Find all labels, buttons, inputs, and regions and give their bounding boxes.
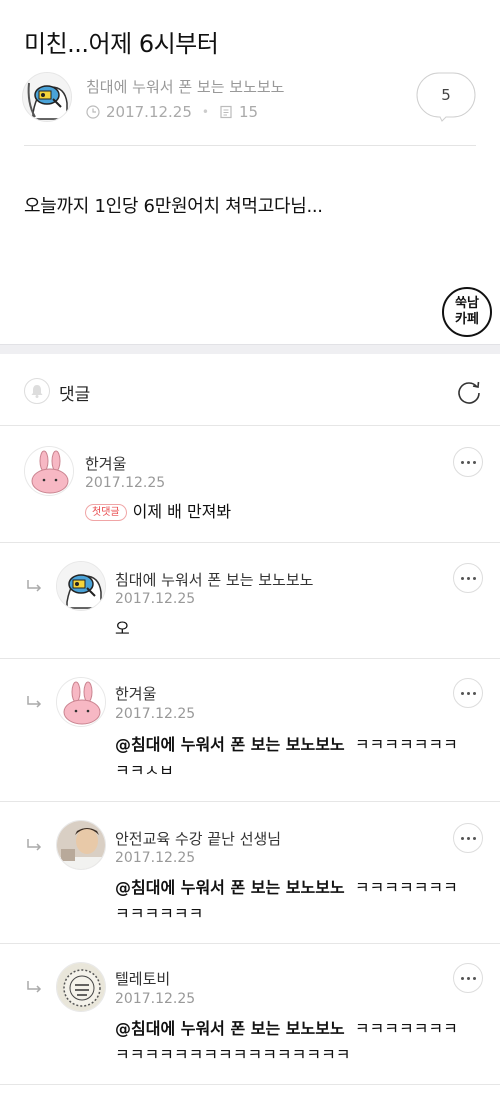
reply-mention[interactable]: @침대에 누워서 폰 보는 보노보노 xyxy=(115,1019,345,1038)
section-separator xyxy=(0,344,500,354)
dot xyxy=(472,836,476,840)
comment-item: 한겨울 2017.12.25 첫댓글 이제 배 만져봐 xyxy=(0,426,500,543)
dot xyxy=(460,836,464,840)
comment-body: ㅋㅋㅋㅋㅋㅋㅋ xyxy=(354,735,458,754)
comments-label: 댓글 xyxy=(59,385,91,405)
comment-body: ㅋㅋㅋㅋㅋㅋㅋ xyxy=(354,1019,458,1038)
post-views: 15 xyxy=(238,103,259,121)
comment-body-line2: ㅋㅋㅋㅋㅋㅋ xyxy=(115,904,204,923)
cafe-logo-line1: 쑥남 xyxy=(455,296,479,311)
first-comment-badge: 첫댓글 xyxy=(85,504,127,521)
meta-separator: • xyxy=(201,105,209,119)
reply-mention[interactable]: @침대에 누워서 폰 보는 보노보노 xyxy=(115,878,345,897)
commenter-name[interactable]: 텔레토비 xyxy=(115,968,170,989)
reply-arrow-icon xyxy=(27,839,42,851)
clock-icon xyxy=(86,105,100,119)
commenter-avatar[interactable] xyxy=(56,820,106,870)
commenter-avatar[interactable] xyxy=(56,677,106,727)
commenter-name[interactable]: 한겨울 xyxy=(115,683,156,704)
post-body: 오늘까지 1인당 6만원어치 쳐먹고다님... xyxy=(24,196,323,217)
comment-date: 2017.12.25 xyxy=(115,850,196,866)
reply-arrow-icon xyxy=(27,580,42,592)
dot xyxy=(466,836,470,840)
reply-item: 침대에 누워서 폰 보는 보노보노 2017.12.25 오 xyxy=(0,543,500,659)
comment-text: @침대에 누워서 폰 보는 보노보노 ㅋㅋㅋㅋㅋㅋㅋ ㅋㅋㅅㅂ xyxy=(115,732,475,784)
comment-body-line2: ㅋㅋㅋㅋㅋㅋㅋㅋㅋㅋㅋㅋㅋㅋㅋㅋ xyxy=(115,1045,351,1064)
pink-rabbit-avatar-image xyxy=(57,678,105,726)
teletubbies-stamp-avatar-image xyxy=(57,963,105,1011)
comment-date: 2017.12.25 xyxy=(115,991,196,1007)
comment-date: 2017.12.25 xyxy=(85,475,166,491)
dot xyxy=(460,576,464,580)
comment-count: 5 xyxy=(441,86,451,104)
reply-arrow-icon xyxy=(27,696,42,708)
dot xyxy=(460,460,464,464)
cafe-logo: 쑥남 카페 xyxy=(442,287,492,337)
reply-item: 텔레토비 2017.12.25 @침대에 누워서 폰 보는 보노보노 ㅋㅋㅋㅋㅋ… xyxy=(0,944,500,1085)
refresh-icon xyxy=(458,381,480,404)
dot xyxy=(466,976,470,980)
commenter-avatar[interactable] xyxy=(56,962,106,1012)
dot xyxy=(472,576,476,580)
comment-text: @침대에 누워서 폰 보는 보노보노 ㅋㅋㅋㅋㅋㅋㅋ ㅋㅋㅋㅋㅋㅋㅋㅋㅋㅋㅋㅋㅋ… xyxy=(115,1016,485,1068)
post-title: 미친...어제 6시부터 xyxy=(24,30,219,58)
reply-item: 한겨울 2017.12.25 @침대에 누워서 폰 보는 보노보노 ㅋㅋㅋㅋㅋㅋ… xyxy=(0,659,500,802)
post-meta: 2017.12.25 • 15 xyxy=(86,103,258,121)
views-icon xyxy=(220,105,232,119)
more-options-button[interactable] xyxy=(453,678,483,708)
commenter-name[interactable]: 침대에 누워서 폰 보는 보노보노 xyxy=(115,569,313,590)
dot xyxy=(466,460,470,464)
comment-date: 2017.12.25 xyxy=(115,591,196,607)
person-photo-avatar-image xyxy=(57,821,105,869)
header-divider xyxy=(24,145,476,146)
comment-count-button[interactable]: 5 xyxy=(416,72,476,122)
dot xyxy=(460,976,464,980)
comment-body: 이제 배 만져봐 xyxy=(132,502,232,521)
comment-body: ㅋㅋㅋㅋㅋㅋㅋ xyxy=(354,878,458,897)
reply-item: 안전교육 수강 끝난 선생님 2017.12.25 @침대에 누워서 폰 보는 … xyxy=(0,802,500,944)
comment-body: 오 xyxy=(115,619,130,638)
dot xyxy=(466,576,470,580)
pink-rabbit-avatar-image xyxy=(25,447,73,495)
more-options-button[interactable] xyxy=(453,563,483,593)
comment-date: 2017.12.25 xyxy=(115,706,196,722)
comment-text: 첫댓글 이제 배 만져봐 xyxy=(85,499,231,525)
cafe-logo-line2: 카페 xyxy=(455,312,479,327)
dot xyxy=(472,976,476,980)
author-avatar[interactable] xyxy=(22,72,72,122)
commenter-name[interactable]: 한겨울 xyxy=(85,453,126,474)
commenter-name[interactable]: 안전교육 수강 끝난 선생님 xyxy=(115,828,281,849)
comment-body-line2: ㅋㅋㅅㅂ xyxy=(115,761,174,780)
dot xyxy=(460,691,464,695)
post-date: 2017.12.25 xyxy=(106,103,192,121)
author-name[interactable]: 침대에 누워서 폰 보는 보노보노 xyxy=(86,76,284,97)
commenter-avatar[interactable] xyxy=(56,561,106,611)
more-options-button[interactable] xyxy=(453,963,483,993)
bonobono-avatar-image xyxy=(23,73,71,121)
commenter-avatar[interactable] xyxy=(24,446,74,496)
more-options-button[interactable] xyxy=(453,823,483,853)
comment-text: @침대에 누워서 폰 보는 보노보노 ㅋㅋㅋㅋㅋㅋㅋ ㅋㅋㅋㅋㅋㅋ xyxy=(115,875,475,927)
more-options-button[interactable] xyxy=(453,447,483,477)
dot xyxy=(466,691,470,695)
notification-bell-button[interactable] xyxy=(24,378,50,404)
reply-mention[interactable]: @침대에 누워서 폰 보는 보노보노 xyxy=(115,735,345,754)
bonobono-avatar-image xyxy=(57,562,105,610)
dot xyxy=(472,460,476,464)
bell-icon xyxy=(31,385,43,398)
refresh-button[interactable] xyxy=(455,378,483,406)
dot xyxy=(472,691,476,695)
reply-arrow-icon xyxy=(27,981,42,993)
